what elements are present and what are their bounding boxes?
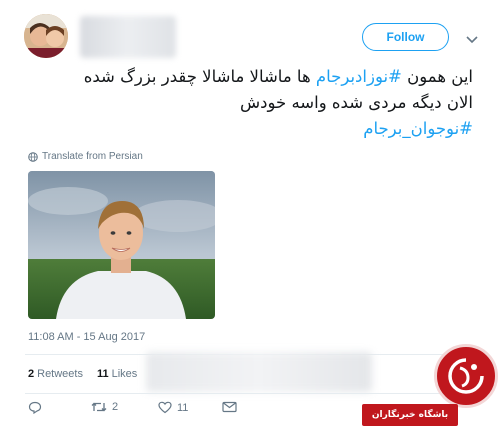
follow-button[interactable]: Follow [362, 23, 449, 51]
likes-label: Likes [111, 368, 138, 380]
like-button[interactable]: 11 [158, 401, 188, 414]
liker-avatars-redacted [146, 352, 372, 392]
tweet-text-segment: ها ماشالا ماشالا چقدر بزرگ شده [83, 67, 316, 86]
likes-count: 11 [96, 368, 109, 380]
likes-stat[interactable]: 11 Likes [97, 368, 137, 380]
globe-icon [28, 151, 38, 162]
tweet-line-1: این همون #نوزادبرجام ها ماشالا ماشالا چق… [23, 64, 473, 90]
heart-icon [158, 401, 172, 414]
chevron-down-icon[interactable] [465, 31, 479, 44]
hashtag-link[interactable]: #نوزادبرجام [316, 67, 402, 86]
retweet-count: 2 [112, 401, 119, 413]
tweet-text-segment: الان دیگه مردی شده واسه خودش [239, 93, 473, 112]
tweet-timestamp[interactable]: 11:08 AM - 15 Aug 2017 [28, 331, 145, 343]
tweet-actions: 2 11 [28, 401, 258, 419]
news-agency-watermark: باشگاه خبرنگاران [362, 340, 500, 430]
watermark-label: باشگاه خبرنگاران [362, 404, 458, 426]
tweet-stats: 2 Retweets 11 Likes [28, 368, 137, 380]
tweet-text: این همون #نوزادبرجام ها ماشالا ماشالا چق… [23, 64, 473, 142]
tweet-line-3: #نوجوان_برجام [23, 116, 473, 142]
username-redacted [80, 16, 176, 58]
avatar[interactable] [24, 14, 68, 58]
retweets-count: 2 [28, 368, 35, 380]
translate-label: Translate from Persian [42, 151, 143, 162]
envelope-icon [222, 401, 237, 413]
retweets-stat[interactable]: 2 Retweets [28, 368, 83, 380]
retweet-icon [91, 402, 107, 412]
reply-button[interactable] [28, 401, 47, 414]
tweet-text-segment: این همون [401, 67, 473, 86]
reply-icon [28, 401, 42, 414]
direct-message-button[interactable] [222, 401, 237, 413]
retweets-label: Retweets [37, 368, 83, 380]
logo-icon [434, 344, 498, 408]
like-count: 11 [177, 401, 189, 414]
tweet-line-2: الان دیگه مردی شده واسه خودش [23, 90, 473, 116]
tweet-photo[interactable] [28, 171, 215, 319]
translate-link[interactable]: Translate from Persian [28, 151, 143, 162]
hashtag-link[interactable]: #نوجوان_برجام [363, 119, 473, 138]
retweet-button[interactable]: 2 [91, 401, 118, 413]
